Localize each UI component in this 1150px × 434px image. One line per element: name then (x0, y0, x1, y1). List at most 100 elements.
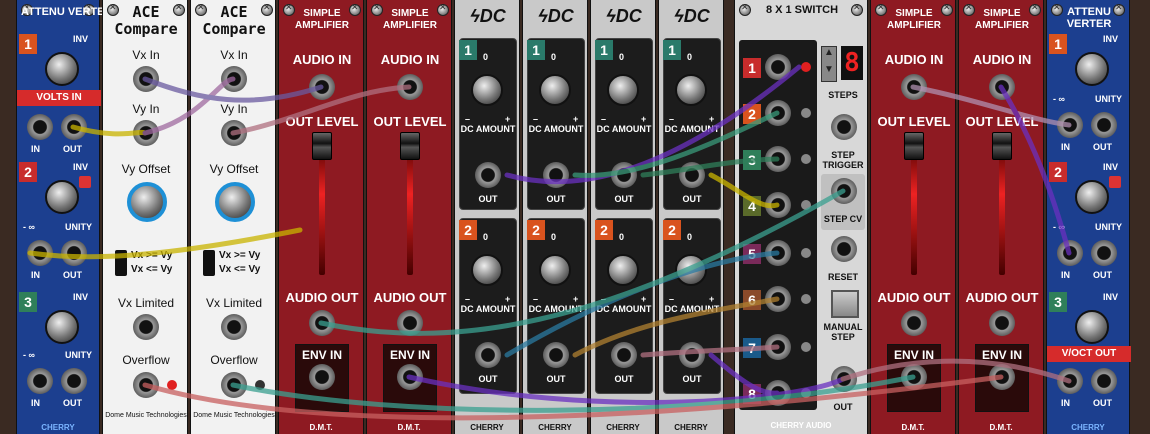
out-label: OUT (63, 270, 82, 280)
vx-limited-jack[interactable] (221, 314, 247, 340)
attenuate-knob-2[interactable] (1075, 180, 1109, 214)
dc-out-jack-1[interactable] (679, 162, 705, 188)
switch-out-jack[interactable] (831, 366, 857, 392)
vy-in-label: Vy In (220, 102, 248, 116)
dc-out-jack-2[interactable] (543, 342, 569, 368)
step-trigger-jack[interactable] (831, 114, 857, 140)
dc-amount-label: DC AMOUNT (460, 124, 516, 134)
in-jack-1[interactable] (1057, 112, 1083, 138)
dc-amount-knob-2[interactable] (471, 254, 503, 286)
audio-in-jack[interactable] (989, 74, 1015, 100)
audio-in-jack[interactable] (397, 74, 423, 100)
out-level-fader[interactable] (992, 132, 1012, 160)
simple-amp-3-panel: SIMPLE AMPLIFIER AUDIO IN OUT LEVEL AUDI… (870, 0, 956, 434)
audio-out-jack[interactable] (309, 310, 335, 336)
vy-offset-knob[interactable] (127, 182, 167, 222)
dc-amount-label: DC AMOUNT (664, 304, 720, 314)
dc-out-jack-1[interactable] (543, 162, 569, 188)
out-jack-3[interactable] (1091, 368, 1117, 394)
mode-switch[interactable] (115, 250, 127, 276)
attenuate-knob-1[interactable] (45, 52, 79, 86)
audio-out-jack[interactable] (397, 310, 423, 336)
channel-2-badge: 2 (663, 220, 681, 240)
audio-in-jack[interactable] (901, 74, 927, 100)
out-jack-2[interactable] (61, 240, 87, 266)
dc-amount-label: DC AMOUNT (596, 304, 652, 314)
switch-input-jack-6[interactable] (765, 286, 791, 312)
dc-amount-knob-2[interactable] (675, 254, 707, 286)
out-jack-3[interactable] (61, 368, 87, 394)
in-label: IN (1061, 142, 1070, 152)
switch-input-jack-4[interactable] (765, 192, 791, 218)
dc-out-jack-1[interactable] (475, 162, 501, 188)
switch-input-jack-8[interactable] (765, 380, 791, 406)
dc-out-jack-2[interactable] (475, 342, 501, 368)
switch-channel-badge: 7 (743, 338, 761, 358)
switch-input-jack-3[interactable] (765, 146, 791, 172)
chevron-up-icon[interactable]: ▲ (822, 47, 836, 64)
audio-out-label: AUDIO OUT (877, 290, 951, 305)
vx-in-jack[interactable] (133, 66, 159, 92)
in-jack-3[interactable] (1057, 368, 1083, 394)
mode-switch[interactable] (203, 250, 215, 276)
audio-out-jack[interactable] (989, 310, 1015, 336)
reset-label: RESET (827, 272, 858, 282)
inv-toggle-2[interactable] (79, 176, 91, 188)
step-cv-jack[interactable] (831, 178, 857, 204)
dc-amount-knob-1[interactable] (471, 74, 503, 106)
vy-in-jack[interactable] (221, 120, 247, 146)
out-jack-1[interactable] (61, 114, 87, 140)
vy-offset-knob[interactable] (215, 182, 255, 222)
env-in-jack[interactable] (901, 364, 927, 390)
attenuate-knob-1[interactable] (1075, 52, 1109, 86)
manual-step-button[interactable] (831, 290, 859, 318)
dc-amount-knob-1[interactable] (539, 74, 571, 106)
attenuate-knob-3[interactable] (1075, 310, 1109, 344)
out-label: OUT (478, 374, 498, 384)
out-label: OUT (833, 402, 853, 412)
dc-amount-knob-1[interactable] (607, 74, 639, 106)
out-jack-2[interactable] (1091, 240, 1117, 266)
switch-channel-badge: 4 (743, 196, 761, 216)
vy-in-jack[interactable] (133, 120, 159, 146)
reset-jack[interactable] (831, 236, 857, 262)
attenuate-knob-2[interactable] (45, 180, 79, 214)
in-jack-3[interactable] (27, 368, 53, 394)
env-in-jack[interactable] (309, 364, 335, 390)
overflow-jack[interactable] (221, 372, 247, 398)
attenuverter-left-panel: ATTENU VERTER 1 INV VOLTS IN IN OUT 2 IN… (16, 0, 112, 434)
dc-amount-knob-2[interactable] (607, 254, 639, 286)
audio-out-jack[interactable] (901, 310, 927, 336)
dc-amount-knob-1[interactable] (675, 74, 707, 106)
out-level-fader[interactable] (400, 132, 420, 160)
audio-in-jack[interactable] (309, 74, 335, 100)
in-jack-1[interactable] (27, 114, 53, 140)
switch-input-jack-1[interactable] (765, 54, 791, 80)
switch-input-jack-7[interactable] (765, 334, 791, 360)
brand-footer: CHERRY (606, 423, 640, 432)
out-jack-1[interactable] (1091, 112, 1117, 138)
out-level-fader[interactable] (312, 132, 332, 160)
vx-limited-jack[interactable] (133, 314, 159, 340)
dc-out-jack-2[interactable] (679, 342, 705, 368)
env-in-jack[interactable] (397, 364, 423, 390)
out-level-fader[interactable] (904, 132, 924, 160)
out-label: OUT (63, 398, 82, 408)
chevron-down-icon[interactable]: ▼ (822, 64, 836, 81)
out-label: OUT (1093, 142, 1112, 152)
dc-amount-knob-2[interactable] (539, 254, 571, 286)
inv-toggle-2[interactable] (1109, 176, 1121, 188)
vx-in-jack[interactable] (221, 66, 247, 92)
switch-input-jack-2[interactable] (765, 100, 791, 126)
attenuate-knob-3[interactable] (45, 310, 79, 344)
env-in-label: ENV IN (301, 348, 342, 362)
overflow-jack[interactable] (133, 372, 159, 398)
dc-out-jack-1[interactable] (611, 162, 637, 188)
dc-title-text: DC (683, 6, 710, 26)
switch-input-jack-5[interactable] (765, 240, 791, 266)
steps-stepper[interactable]: ▲ ▼ (821, 46, 837, 82)
dc-out-jack-2[interactable] (611, 342, 637, 368)
env-in-jack[interactable] (989, 364, 1015, 390)
in-jack-2[interactable] (1057, 240, 1083, 266)
in-jack-2[interactable] (27, 240, 53, 266)
